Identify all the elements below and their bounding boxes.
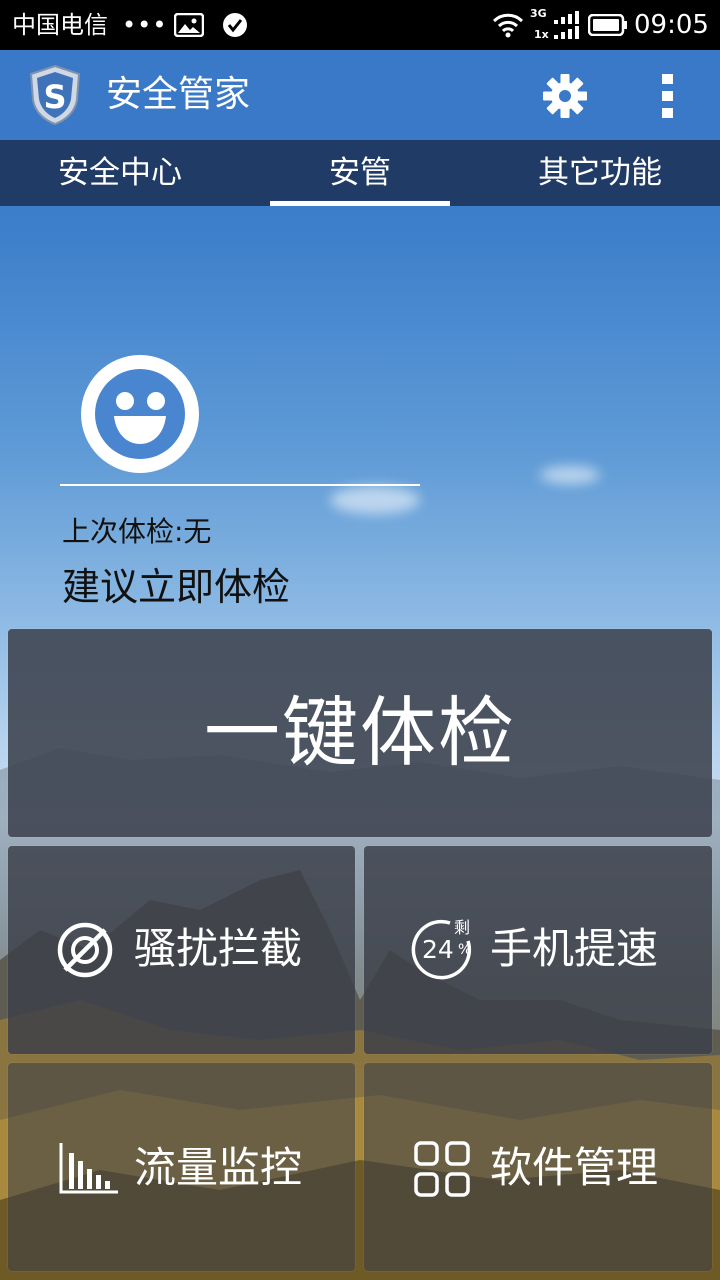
- tile-label: 手机提速: [490, 924, 659, 973]
- traffic-monitor-tile[interactable]: 流量监控: [8, 1063, 355, 1271]
- tile-label: 流量监控: [134, 1143, 303, 1192]
- one-click-scan-button[interactable]: 一键体检: [8, 629, 712, 837]
- status-bar: 中国电信 ••• 3G 1x 09:05: [0, 0, 720, 50]
- app-grid-icon: [414, 1141, 470, 1197]
- svg-text:S: S: [43, 78, 66, 116]
- last-check-text: 上次体检:无: [62, 515, 212, 548]
- tab-other-functions[interactable]: 其它功能: [480, 140, 720, 206]
- selected-tab-indicator: [270, 201, 450, 206]
- smiley-face-icon: [81, 355, 199, 473]
- cloud: [540, 466, 600, 484]
- shield-s-logo: S: [29, 64, 81, 126]
- clock: 09:05: [634, 10, 709, 40]
- bar-chart-icon: [59, 1143, 118, 1194]
- gear-icon[interactable]: [542, 73, 588, 119]
- remaining-badge: 剩: [454, 918, 471, 937]
- overflow-menu-icon[interactable]: [658, 72, 678, 120]
- tab-label: 安管: [329, 155, 391, 191]
- app-title: 安全管家: [106, 74, 251, 115]
- network-type: 3G: [530, 7, 547, 20]
- carrier-name: 中国电信: [12, 11, 108, 39]
- tab-bar: 安全中心 安管 其它功能: [0, 140, 720, 206]
- scan-button-label: 一键体检: [204, 688, 516, 777]
- percent-sign: %: [458, 942, 472, 958]
- network-sub-type: 1x: [534, 28, 549, 41]
- image-notification-icon: [174, 13, 204, 37]
- tab-label: 其它功能: [538, 155, 662, 191]
- tab-anguan[interactable]: 安管: [240, 140, 480, 206]
- phone-speedup-tile[interactable]: 24 % 剩 手机提速: [364, 846, 712, 1054]
- tab-label: 安全中心: [58, 155, 182, 191]
- signal-icon: [554, 11, 579, 39]
- tile-label: 软件管理: [490, 1143, 659, 1192]
- cloud: [330, 486, 420, 514]
- harassment-block-tile[interactable]: 骚扰拦截: [8, 846, 355, 1054]
- software-manage-tile[interactable]: 软件管理: [364, 1063, 712, 1271]
- block-icon: [57, 922, 113, 978]
- speedup-percent: 24: [422, 935, 454, 964]
- check-notification-icon: [223, 13, 247, 37]
- battery-icon: [588, 14, 627, 36]
- suggestion-text: 建议立即体检: [62, 565, 291, 609]
- notification-dots: •••: [122, 11, 168, 39]
- speedup-gauge-icon: 24 % 剩: [410, 919, 476, 981]
- tab-security-center[interactable]: 安全中心: [0, 140, 240, 206]
- summary-divider: [60, 484, 420, 486]
- wifi-icon: [492, 13, 524, 38]
- app-bar: S 安全管家: [0, 50, 720, 140]
- tile-label: 骚扰拦截: [134, 924, 303, 973]
